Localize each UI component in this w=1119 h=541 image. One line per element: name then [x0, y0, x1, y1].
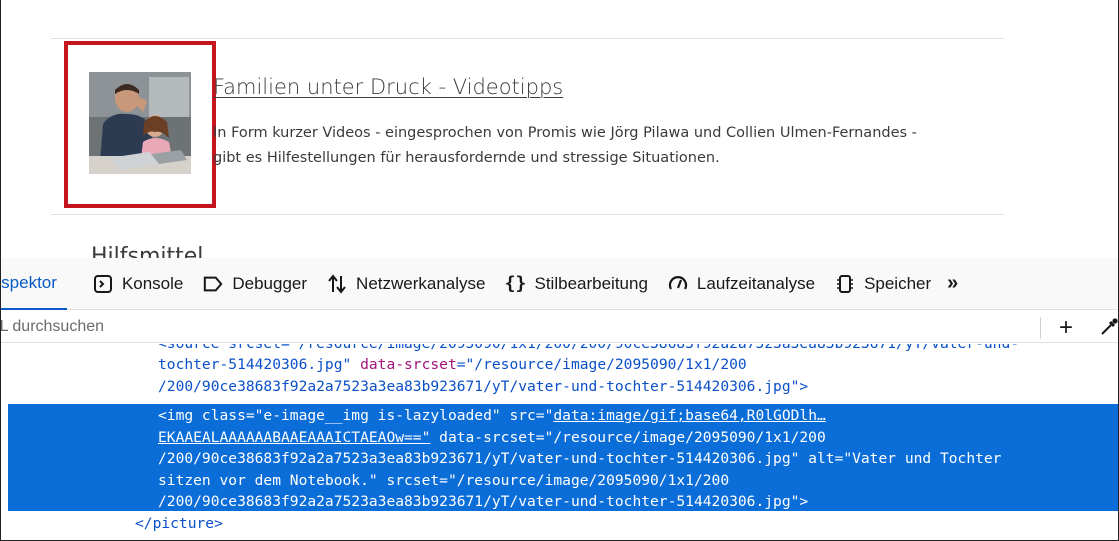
debugger-icon — [203, 274, 223, 294]
markup-search-bar: + — [1, 311, 1118, 343]
markup-link[interactable]: EKAAEALAAAAAABAAEAAAICTAEAOw==" — [158, 429, 430, 446]
markup-line: <img class="e-image__img is-lazyloaded" … — [1, 405, 1118, 427]
markup-line: sitzen vor dem Notebook." srcset="/resou… — [158, 471, 730, 489]
webpage-content: Familien unter Druck - Videotipps In For… — [1, 0, 1118, 258]
memory-icon — [835, 274, 855, 294]
overflow-chevron-icon[interactable]: » — [941, 272, 958, 295]
markup-line: </picture> — [135, 515, 223, 532]
markup-line: tochter-514420306.jpg" data-srcset="/res… — [1, 354, 1118, 376]
tab-style-editor[interactable]: {} Stilbearbeitung — [496, 258, 658, 310]
style-editor-icon: {} — [504, 273, 527, 294]
divider — [51, 214, 1004, 215]
tab-inspector[interactable]: Inspektor — [1, 258, 67, 310]
markup-line: EKAAEALAAAAAABAAEAAAICTAEAOw==" data-src… — [1, 427, 1118, 449]
tab-label: Inspektor — [1, 272, 57, 292]
teaser-line: gibt es Hilfestellungen für herausforder… — [213, 150, 720, 166]
tab-label: Konsole — [121, 273, 184, 293]
tab-debugger[interactable]: Debugger — [193, 258, 317, 310]
devtools-panel: Inspektor Konsole Debugger Netzwerkanaly… — [1, 258, 1118, 540]
divider — [1040, 317, 1041, 339]
tab-label: Speicher — [864, 273, 932, 293]
tab-label: Laufzeitanalyse — [696, 273, 816, 293]
section-heading: Hilfsmittel — [91, 244, 204, 258]
divider — [51, 38, 1004, 39]
markup-line: /200/90ce38683f92a2a7523a3ea83b923671/yT… — [158, 450, 1002, 467]
markup-fragment: data-srcset — [351, 356, 457, 373]
markup-node-img-selected[interactable]: <img class="e-image__img is-lazyloaded" … — [1, 405, 1118, 513]
markup-line: <source srcset="/resource/image/2095090/… — [1, 344, 1118, 355]
markup-node-source[interactable]: <source srcset="/resource/image/2095090/… — [1, 344, 1118, 355]
network-icon — [327, 273, 347, 294]
tab-performance[interactable]: Laufzeitanalyse — [658, 258, 825, 310]
tab-label: Netzwerkanalyse — [356, 273, 486, 293]
markup-fragment: tochter-514420306.jpg" — [158, 356, 352, 373]
markup-fragment: data-srcset="/resource/image/2095090/1x1… — [430, 428, 826, 446]
highlight-box — [64, 41, 216, 208]
article-teaser: In Form kurzer Videos - eingesprochen vo… — [213, 121, 1013, 171]
markup-link[interactable]: data:image/gif;base64,R0lGODlh… — [553, 407, 825, 424]
performance-icon — [668, 274, 688, 294]
teaser-line: In Form kurzer Videos - eingesprochen vo… — [213, 125, 917, 141]
devtools-tabbar: Inspektor Konsole Debugger Netzwerkanaly… — [1, 258, 1118, 310]
tab-label: Debugger — [232, 273, 308, 293]
screenshot-frame: Familien unter Druck - Videotipps In For… — [0, 0, 1119, 541]
markup-view: <source srcset="/resource/image/2095090/… — [1, 344, 1118, 540]
markup-node-picture-close[interactable]: </picture> — [1, 513, 1118, 535]
markup-line: /200/90ce38683f92a2a7523a3ea83b923671/yT… — [158, 493, 809, 510]
search-input[interactable] — [1, 311, 1025, 342]
tab-memory[interactable]: Speicher — [825, 258, 941, 310]
eyedropper-icon[interactable] — [1099, 317, 1118, 342]
markup-fragment: <img class="e-image__img is-lazyloaded" … — [158, 407, 554, 424]
tab-console[interactable]: Konsole — [83, 258, 193, 310]
markup-line: /200/90ce38683f92a2a7523a3ea83b923671/yT… — [158, 377, 809, 395]
tab-network[interactable]: Netzwerkanalyse — [317, 258, 495, 310]
article-title-link[interactable]: Familien unter Druck - Videotipps — [213, 75, 563, 99]
console-icon — [93, 274, 113, 294]
tab-label: Stilbearbeitung — [534, 273, 648, 293]
markup-fragment: ="/resource/image/2095090/1x1/200 — [456, 356, 747, 373]
add-node-button[interactable]: + — [1059, 314, 1073, 342]
